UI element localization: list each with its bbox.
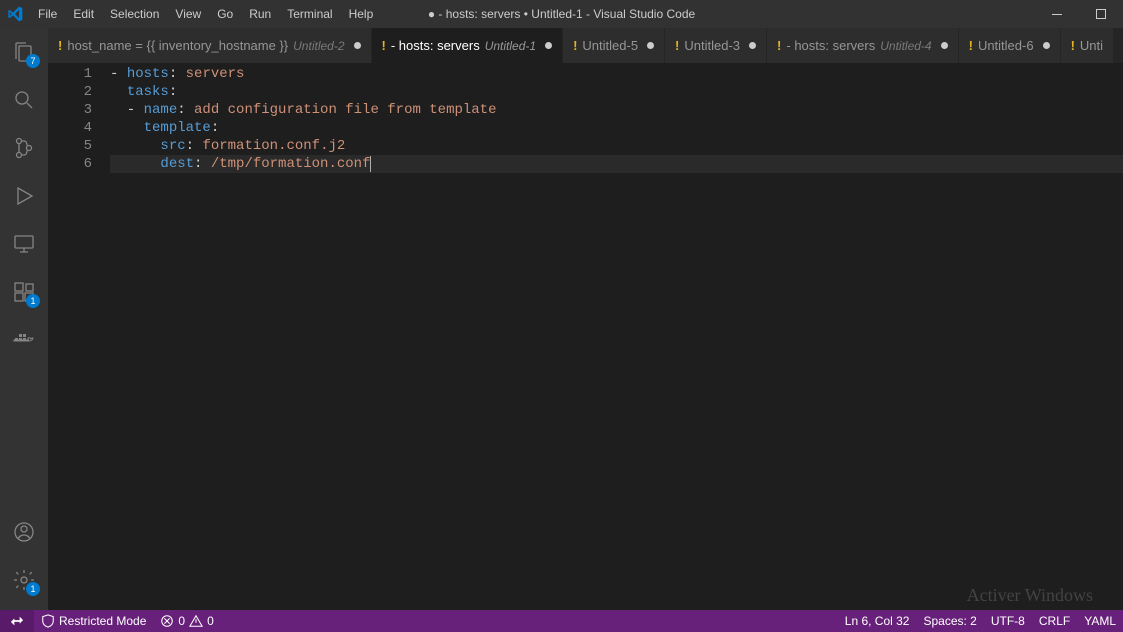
line-number: 3 [48, 101, 110, 119]
editor-tab-6[interactable]: ! Unti [1061, 28, 1114, 63]
code-line[interactable]: dest: /tmp/formation.conf [110, 155, 1123, 173]
tab-description: Untitled-1 [485, 39, 536, 53]
restricted-mode-status[interactable]: Restricted Mode [34, 610, 153, 632]
line-number: 5 [48, 137, 110, 155]
line-number: 4 [48, 119, 110, 137]
eol-status[interactable]: CRLF [1032, 610, 1077, 632]
code-line[interactable]: - name: add configuration file from temp… [110, 101, 1123, 119]
activity-docker[interactable] [0, 316, 48, 364]
main-area: 7 1 [0, 28, 1123, 610]
code-line[interactable]: src: formation.conf.j2 [110, 137, 1123, 155]
unsaved-indicator-icon [545, 42, 552, 49]
code-line[interactable]: - hosts: servers [110, 65, 1123, 83]
menu-terminal[interactable]: Terminal [279, 3, 340, 25]
line-number: 1 [48, 65, 110, 83]
window-controls [1035, 0, 1123, 28]
extensions-badge: 1 [26, 294, 40, 308]
activity-search[interactable] [0, 76, 48, 124]
editor-group: ! host_name = {{ inventory_hostname }} Unt… [48, 28, 1123, 610]
text-cursor [370, 156, 371, 172]
window-title: ● - hosts: servers • Untitled-1 - Visual… [428, 7, 695, 21]
menu-go[interactable]: Go [209, 3, 241, 25]
tab-description: Untitled-4 [880, 39, 931, 53]
tab-label: Unti [1080, 38, 1103, 53]
editor-tab-0[interactable]: ! host_name = {{ inventory_hostname }} Unt… [48, 28, 372, 63]
activity-settings[interactable]: 1 [0, 556, 48, 604]
menu-help[interactable]: Help [341, 3, 382, 25]
encoding-status[interactable]: UTF-8 [984, 610, 1032, 632]
editor-tab-5[interactable]: ! Untitled-6 [959, 28, 1061, 63]
tab-label: Untitled-6 [978, 38, 1034, 53]
yaml-file-icon: ! [573, 38, 577, 53]
line-number: 6 [48, 155, 110, 173]
indentation-status[interactable]: Spaces: 2 [916, 610, 983, 632]
line-number-gutter: 123456 [48, 63, 110, 610]
menu-file[interactable]: File [30, 3, 65, 25]
editor-area[interactable]: 123456 - hosts: servers tasks: - name: a… [48, 63, 1123, 610]
errors-count: 0 [178, 614, 185, 628]
menu-view[interactable]: View [167, 3, 209, 25]
language-mode-status[interactable]: YAML [1077, 610, 1123, 632]
yaml-file-icon: ! [1071, 38, 1075, 53]
activity-accounts[interactable] [0, 508, 48, 556]
editor-tab-4[interactable]: ! - hosts: servers Untitled-4 [767, 28, 959, 63]
status-bar: Restricted Mode 0 0 Ln 6, Col 32 Spaces:… [0, 610, 1123, 632]
code-content[interactable]: - hosts: servers tasks: - name: add conf… [110, 63, 1123, 610]
menu-bar: File Edit Selection View Go Run Terminal… [30, 3, 381, 25]
unsaved-indicator-icon [354, 42, 361, 49]
tab-label: Untitled-5 [582, 38, 638, 53]
menu-run[interactable]: Run [241, 3, 279, 25]
yaml-file-icon: ! [777, 38, 781, 53]
activity-bar: 7 1 [0, 28, 48, 610]
activity-run-debug[interactable] [0, 172, 48, 220]
code-line[interactable]: tasks: [110, 83, 1123, 101]
editor-tab-3[interactable]: ! Untitled-3 [665, 28, 767, 63]
tab-label: - hosts: servers [786, 38, 875, 53]
yaml-file-icon: ! [58, 38, 62, 53]
problems-status[interactable]: 0 0 [153, 610, 220, 632]
activity-explorer[interactable]: 7 [0, 28, 48, 76]
editor-tabs: ! host_name = {{ inventory_hostname }} Unt… [48, 28, 1123, 63]
explorer-badge: 7 [26, 54, 40, 68]
remote-indicator[interactable] [0, 610, 34, 632]
title-bar: File Edit Selection View Go Run Terminal… [0, 0, 1123, 28]
minimize-button[interactable] [1035, 0, 1079, 28]
menu-selection[interactable]: Selection [102, 3, 167, 25]
vscode-logo-icon [0, 6, 30, 22]
activity-extensions[interactable]: 1 [0, 268, 48, 316]
unsaved-indicator-icon [941, 42, 948, 49]
cursor-position-status[interactable]: Ln 6, Col 32 [838, 610, 917, 632]
maximize-button[interactable] [1079, 0, 1123, 28]
restricted-mode-label: Restricted Mode [59, 614, 146, 628]
code-line[interactable]: template: [110, 119, 1123, 137]
editor-tab-1[interactable]: ! - hosts: servers Untitled-1 [372, 28, 564, 63]
tab-label: Untitled-3 [684, 38, 740, 53]
settings-badge: 1 [26, 582, 40, 596]
yaml-file-icon: ! [969, 38, 973, 53]
warnings-count: 0 [207, 614, 214, 628]
yaml-file-icon: ! [382, 38, 386, 53]
activity-remote-explorer[interactable] [0, 220, 48, 268]
line-number: 2 [48, 83, 110, 101]
unsaved-indicator-icon [647, 42, 654, 49]
tab-description: Untitled-2 [293, 39, 344, 53]
editor-tab-2[interactable]: ! Untitled-5 [563, 28, 665, 63]
menu-edit[interactable]: Edit [65, 3, 102, 25]
yaml-file-icon: ! [675, 38, 679, 53]
unsaved-indicator-icon [1043, 42, 1050, 49]
activity-source-control[interactable] [0, 124, 48, 172]
tab-label: - hosts: servers [391, 38, 480, 53]
tab-label: host_name = {{ inventory_hostname }} [67, 38, 288, 53]
unsaved-indicator-icon [749, 42, 756, 49]
